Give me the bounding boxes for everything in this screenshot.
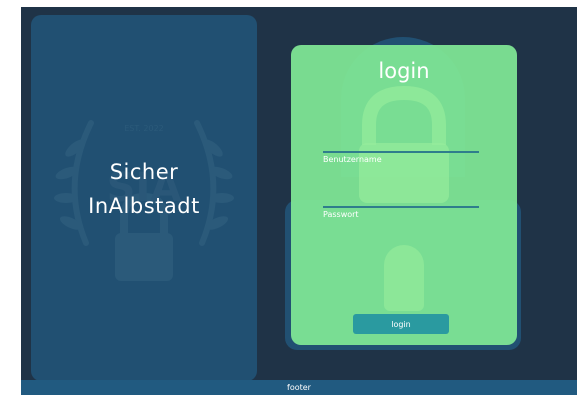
- brand-line-2: InAlbstadt: [88, 194, 200, 218]
- brand-line-1: Sicher: [109, 160, 179, 184]
- footer: footer: [21, 380, 577, 395]
- login-card: login Benutzername Passwort login: [291, 45, 517, 345]
- app-frame: EST. 2022 SIA Sicher InAlbstadt login Be…: [21, 7, 577, 395]
- login-title: login: [378, 59, 430, 83]
- brand-panel: EST. 2022 SIA Sicher InAlbstadt: [31, 15, 257, 381]
- emblem-text: EST. 2022: [124, 124, 164, 133]
- login-button[interactable]: login: [353, 314, 449, 334]
- keyhole-shape: [384, 245, 424, 311]
- password-underline: [323, 206, 479, 208]
- username-label: Benutzername: [323, 155, 382, 164]
- password-label: Passwort: [323, 210, 359, 219]
- username-underline: [323, 151, 479, 153]
- password-input[interactable]: [323, 180, 479, 204]
- brand-title: Sicher InAlbstadt: [31, 155, 257, 223]
- username-input[interactable]: [323, 125, 479, 149]
